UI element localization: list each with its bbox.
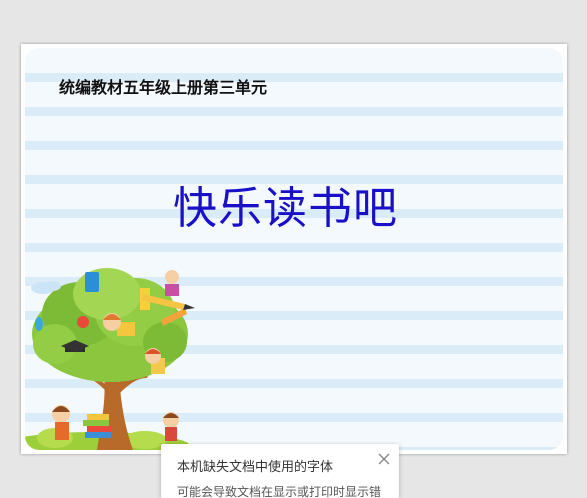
notice-heading: 本机缺失文档中使用的字体 — [177, 460, 334, 475]
slide-canvas: 统编教材五年级上册第三单元 快乐读书吧 — [25, 48, 563, 450]
notice-body: 可能会导致文档在显示或打印时显示错 — [177, 485, 382, 498]
reading-tree-illustration — [25, 268, 195, 450]
missing-font-notice: 本机缺失文档中使用的字体 可能会导致文档在显示或打印时显示错 — [161, 444, 399, 498]
close-icon[interactable] — [377, 452, 391, 466]
slide-subtitle: 统编教材五年级上册第三单元 — [59, 78, 268, 97]
document-viewer: 统编教材五年级上册第三单元 快乐读书吧 本机缺失文档中使用的字体 可能会导致文档… — [0, 0, 587, 498]
